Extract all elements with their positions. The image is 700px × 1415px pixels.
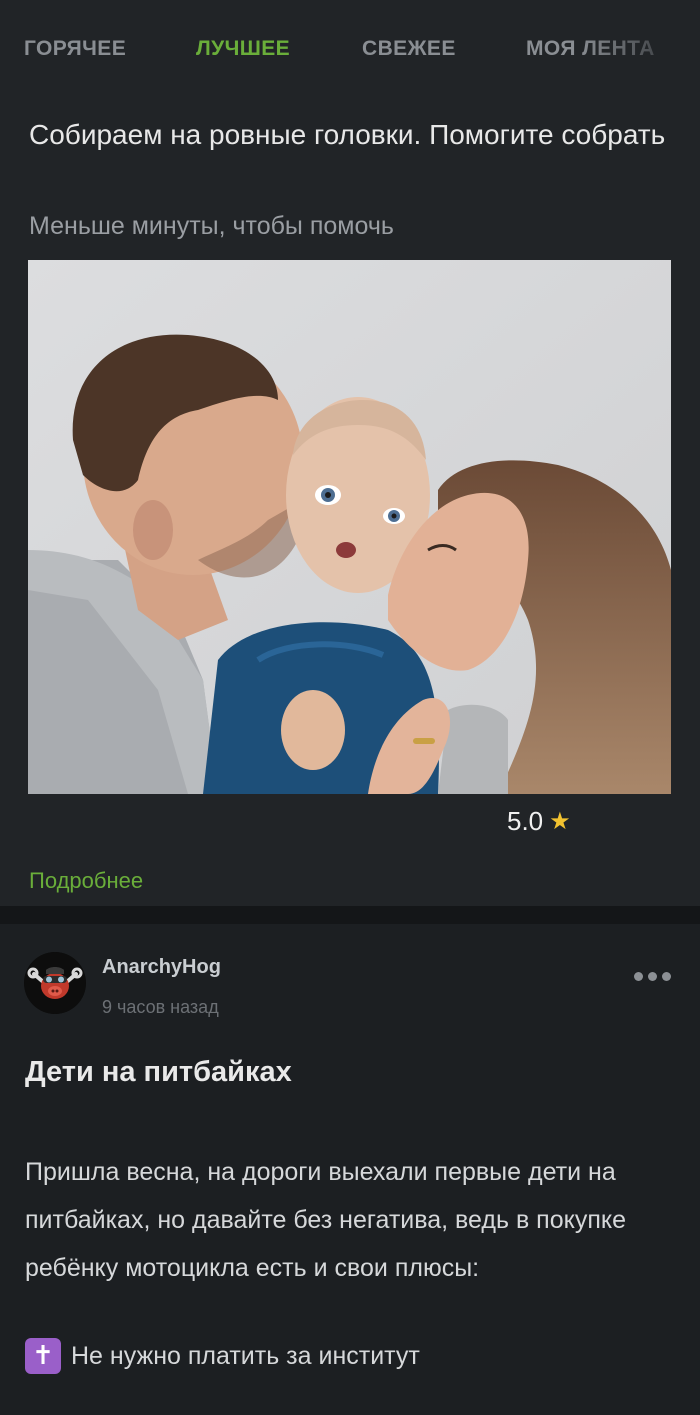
- promo-card: Собираем на ровные головки. Помогите соб…: [0, 100, 700, 906]
- family-photo[interactable]: [28, 260, 671, 794]
- post-card: AnarchyHog 9 часов назад Дети на питбайк…: [0, 924, 700, 1415]
- tab-fresh[interactable]: СВЕЖЕЕ: [362, 37, 456, 61]
- tab-best[interactable]: ЛУЧШЕЕ: [196, 37, 290, 61]
- promo-title[interactable]: Собираем на ровные головки. Помогите соб…: [29, 116, 669, 154]
- post-time: 9 часов назад: [102, 997, 219, 1017]
- more-options-icon[interactable]: [634, 966, 674, 986]
- tab-my-feed[interactable]: МОЯ ЛЕНТА: [526, 37, 700, 61]
- promo-subtitle: Меньше минуты, чтобы помочь: [29, 212, 394, 240]
- more-link[interactable]: Подробнее: [29, 868, 143, 894]
- tab-hot[interactable]: ГОРЯЧЕЕ: [24, 37, 126, 61]
- list-item: ✝ Не нужно платить за институт: [25, 1338, 420, 1374]
- avatar[interactable]: [24, 952, 86, 1014]
- latin-cross-icon: ✝: [25, 1338, 61, 1374]
- divider: [0, 906, 700, 924]
- list-item-text: Не нужно платить за институт: [71, 1341, 420, 1370]
- author-name[interactable]: AnarchyHog: [102, 956, 221, 979]
- rating-value: 5.0: [507, 806, 544, 836]
- rating: 5.0 ★: [507, 806, 571, 837]
- feed-tabs: ГОРЯЧЕЕ ЛУЧШЕЕ СВЕЖЕЕ МОЯ ЛЕНТА: [0, 0, 700, 100]
- post-title[interactable]: Дети на питбайках: [25, 1056, 292, 1089]
- star-icon: ★: [549, 808, 571, 835]
- post-body: Пришла весна, на дороги выехали первые д…: [25, 1158, 626, 1282]
